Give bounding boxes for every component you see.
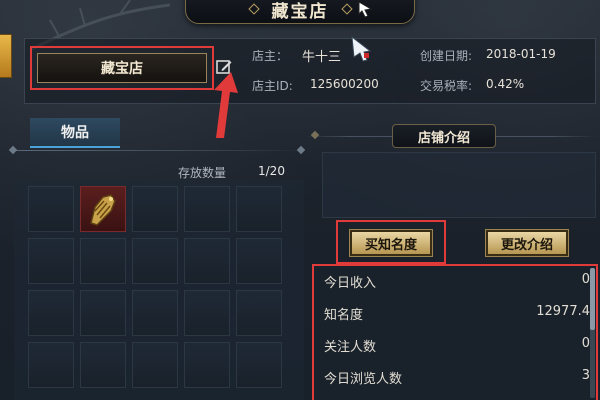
item-slot[interactable] — [184, 186, 230, 232]
stat-value: 0 — [581, 336, 590, 351]
item-grid — [14, 180, 304, 400]
storage-count-value: 1/20 — [258, 164, 285, 178]
item-slot[interactable] — [80, 342, 126, 388]
item-slot[interactable] — [28, 290, 74, 336]
created-date-label: 创建日期: — [420, 49, 473, 63]
shop-stats-panel: 今日收入 0 知名度 12977.4 关注人数 0 今日浏览人数 3 — [312, 264, 598, 400]
storage-count-label: 存放数量 — [178, 166, 227, 180]
tax-rate-label: 交易税率: — [420, 79, 473, 93]
owner-value: 牛十三 — [302, 50, 342, 65]
item-slot[interactable] — [236, 342, 282, 388]
item-slot[interactable] — [28, 238, 74, 284]
owner-label: 店主： — [252, 49, 289, 63]
annotation-red-arrow — [214, 72, 238, 138]
stats-scrollbar[interactable] — [590, 268, 595, 398]
side-tab[interactable] — [0, 34, 12, 78]
stat-value: 3 — [581, 368, 590, 383]
item-slot[interactable] — [184, 238, 230, 284]
buy-fame-button[interactable]: 买知名度 — [349, 229, 433, 257]
shop-intro-text-area — [322, 152, 596, 218]
item-slot[interactable] — [184, 290, 230, 336]
stat-label: 知名度 — [324, 308, 364, 323]
shop-intro-title: 店铺介绍 — [392, 124, 496, 148]
stat-value: 0 — [581, 272, 590, 287]
item-slot[interactable] — [184, 342, 230, 388]
golden-armor-icon — [90, 194, 116, 226]
item-slot[interactable] — [80, 290, 126, 336]
title-ornament-left — [247, 3, 260, 15]
item-slot[interactable] — [28, 186, 74, 232]
shop-name: 藏宝店 — [37, 53, 207, 83]
item-slot-filled[interactable] — [80, 186, 126, 232]
item-slot[interactable] — [132, 342, 178, 388]
scroll-up-arrow-icon[interactable] — [357, 0, 373, 18]
title-ornament-right — [340, 3, 353, 15]
owner-id-value: 125600200 — [310, 77, 379, 91]
item-slot[interactable] — [236, 238, 282, 284]
item-slot[interactable] — [236, 186, 282, 232]
window-title: 藏宝店 — [271, 1, 329, 22]
window-title-plate: 藏宝店 — [185, 0, 415, 24]
stat-value: 12977.4 — [536, 304, 590, 319]
tax-rate-value: 0.42% — [486, 77, 525, 91]
sword-cursor-icon — [351, 35, 372, 62]
stat-label: 今日收入 — [324, 276, 377, 291]
stat-label: 关注人数 — [324, 340, 377, 355]
shop-name-highlight: 藏宝店 — [30, 46, 214, 90]
stat-label: 今日浏览人数 — [324, 372, 403, 387]
owner-id-label: 店主ID: — [252, 79, 293, 93]
item-slot[interactable] — [132, 186, 178, 232]
created-date-value: 2018-01-19 — [486, 47, 556, 61]
edit-intro-button[interactable]: 更改介绍 — [485, 229, 569, 257]
tab-items[interactable]: 物品 — [30, 118, 120, 148]
stats-scrollbar-thumb[interactable] — [590, 268, 595, 330]
item-slot[interactable] — [132, 290, 178, 336]
tab-divider — [12, 150, 302, 151]
item-slot[interactable] — [28, 342, 74, 388]
item-slot[interactable] — [80, 238, 126, 284]
item-slot[interactable] — [132, 238, 178, 284]
item-slot[interactable] — [236, 290, 282, 336]
